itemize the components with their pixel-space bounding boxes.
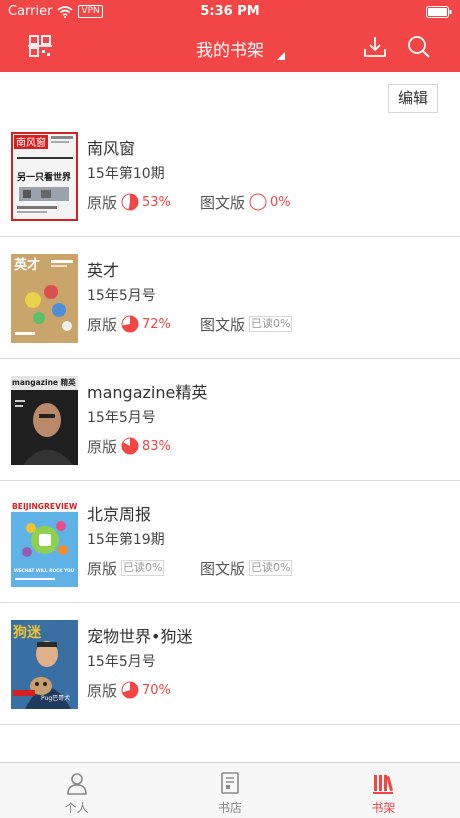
item-title: 英才	[87, 261, 120, 280]
progress-pie-icon	[121, 193, 139, 211]
read-status-tag: 已读0%	[249, 560, 293, 576]
graphic-format[interactable]: 图文版 已读0%	[200, 313, 293, 335]
original-format[interactable]: 原版 72%	[87, 313, 171, 335]
cover-masthead: 狗迷	[13, 624, 42, 641]
original-format[interactable]: 原版 83%	[87, 435, 171, 457]
item-issue: 15年第10期	[87, 166, 165, 182]
shelf-list: 南风窗 另一只看世界 南风窗 15年第10期 原版 53% 图文版 0% 英才 …	[0, 115, 460, 725]
status-time: 5:36 PM	[200, 4, 260, 19]
dropdown-caret-icon	[277, 52, 285, 60]
shelf-item[interactable]: 英才 英才 15年5月号 原版 72% 图文版 已读0%	[0, 237, 460, 359]
search-icon[interactable]	[406, 34, 432, 60]
cover-masthead: 南风窗	[16, 136, 46, 149]
original-format[interactable]: 原版 53%	[87, 191, 171, 213]
progress-percent: 83%	[142, 438, 171, 454]
tab-label: 书架	[371, 801, 396, 815]
item-issue: 15年5月号	[87, 410, 156, 426]
graphic-format[interactable]: 图文版 已读0%	[200, 557, 293, 579]
tab-personal[interactable]: 个人	[0, 763, 153, 818]
format-label: 原版	[87, 681, 118, 700]
edit-button[interactable]: 编辑	[388, 84, 438, 113]
format-label: 图文版	[200, 559, 246, 578]
shelf-item[interactable]: 狗迷 Pug巴哥犬 宠物世界•狗迷 15年5月号 原版 70%	[0, 603, 460, 725]
cover-headline: Pug巴哥犬	[41, 694, 70, 702]
original-format[interactable]: 原版 70%	[87, 679, 171, 701]
item-issue: 15年5月号	[87, 288, 156, 304]
store-icon	[221, 772, 239, 794]
format-label: 原版	[87, 193, 118, 212]
cover-masthead: 英才	[13, 257, 40, 273]
page-title[interactable]: 我的书架	[0, 36, 460, 61]
shelf-item[interactable]: mangazine 精英 mangazine精英 15年5月号 原版 83%	[0, 359, 460, 481]
download-icon[interactable]	[362, 34, 388, 60]
cover-masthead: BEIJINGREVIEW	[12, 502, 78, 511]
magazine-cover[interactable]: 英才	[11, 254, 78, 343]
cover-masthead: mangazine 精英	[12, 377, 76, 387]
progress-pie-icon	[121, 681, 139, 699]
bookshelf-icon	[373, 775, 394, 794]
read-status-tag: 已读0%	[121, 560, 165, 576]
read-status-tag: 已读0%	[249, 316, 293, 332]
shelf-item[interactable]: BEIJINGREVIEW WECHAT WILL ROCK YOU 北京周报 …	[0, 481, 460, 603]
tab-bookshelf[interactable]: 书架	[307, 763, 460, 818]
format-label: 原版	[87, 559, 118, 578]
item-issue: 15年5月号	[87, 654, 156, 670]
item-title: 北京周报	[87, 505, 152, 524]
app-root: Carrier VPN 5:36 PM 我的书架 编辑 南风窗 另一只看世界 南…	[0, 0, 460, 818]
format-label: 原版	[87, 315, 118, 334]
progress-pie-icon	[249, 193, 267, 211]
item-title: 宠物世界•狗迷	[87, 627, 193, 646]
magazine-cover[interactable]: BEIJINGREVIEW WECHAT WILL ROCK YOU	[11, 498, 78, 587]
progress-pie-icon	[121, 437, 139, 455]
item-title: 南风窗	[87, 139, 136, 158]
nav-bar: 我的书架	[0, 24, 460, 72]
tab-label: 个人	[64, 801, 89, 815]
tab-bar: 个人 书店 书架	[0, 762, 460, 818]
progress-percent: 70%	[142, 682, 171, 698]
cover-headline: 另一只看世界	[17, 171, 71, 183]
item-title: mangazine精英	[87, 383, 208, 402]
tab-store[interactable]: 书店	[153, 763, 306, 818]
progress-percent: 0%	[270, 194, 291, 210]
tab-label: 书店	[217, 801, 242, 815]
graphic-format[interactable]: 图文版 0%	[200, 191, 291, 213]
item-issue: 15年第19期	[87, 532, 165, 548]
person-icon	[66, 773, 87, 795]
progress-pie-icon	[121, 315, 139, 333]
magazine-cover[interactable]: 南风窗 另一只看世界	[11, 132, 78, 221]
format-label: 图文版	[200, 193, 246, 212]
battery-icon	[426, 6, 452, 18]
status-bar: Carrier VPN 5:36 PM	[0, 0, 460, 24]
format-label: 图文版	[200, 315, 246, 334]
progress-percent: 53%	[142, 194, 171, 210]
magazine-cover[interactable]: 狗迷 Pug巴哥犬	[11, 620, 78, 709]
header: Carrier VPN 5:36 PM 我的书架	[0, 0, 460, 72]
original-format[interactable]: 原版 已读0%	[87, 557, 165, 579]
format-label: 原版	[87, 437, 118, 456]
magazine-cover[interactable]: mangazine 精英	[11, 376, 78, 465]
progress-percent: 72%	[142, 316, 171, 332]
shelf-item[interactable]: 南风窗 另一只看世界 南风窗 15年第10期 原版 53% 图文版 0%	[0, 115, 460, 237]
cover-headline: WECHAT WILL ROCK YOU	[14, 568, 75, 574]
